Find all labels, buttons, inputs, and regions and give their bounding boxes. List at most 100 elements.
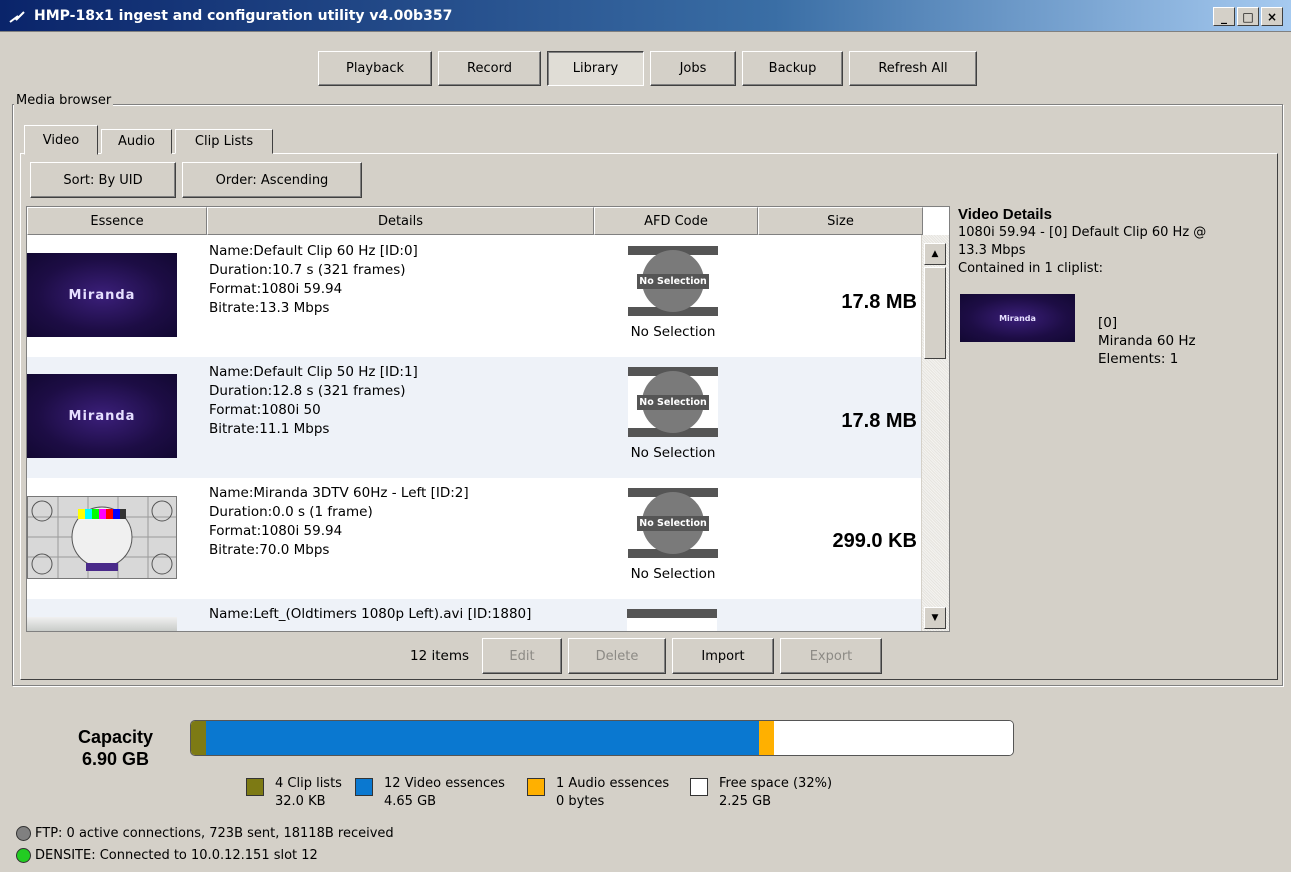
legend-value: 32.0 KB	[275, 794, 326, 809]
delete-button[interactable]: Delete	[568, 638, 666, 674]
densite-status-text: DENSITE: Connected to 10.0.12.151 slot 1…	[35, 848, 318, 863]
sort-button[interactable]: Sort: By UID	[30, 162, 176, 198]
row-size: 17.8 MB	[841, 410, 917, 432]
capacity-segment-audio	[759, 721, 774, 755]
detail-name: Name:Default Clip 50 Hz [ID:1]	[209, 364, 418, 380]
legend-free: Free space (32%) 2.25 GB	[719, 775, 832, 811]
detail-bitrate: Bitrate:11.1 Mbps	[209, 421, 330, 437]
ftp-status-led-icon	[16, 826, 31, 841]
legend-swatch-video	[355, 778, 373, 796]
contained-in-text: Contained in 1 cliplist:	[958, 261, 1104, 276]
row-size: 17.8 MB	[841, 291, 917, 313]
detail-duration: Duration:10.7 s (321 frames)	[209, 262, 406, 278]
capacity-segment-video	[206, 721, 759, 755]
maximize-button[interactable]: □	[1237, 7, 1259, 26]
densite-status: DENSITE: Connected to 10.0.12.151 slot 1…	[16, 848, 318, 863]
afd-icon: No Selection	[628, 246, 718, 316]
thumbnail-logo-text: Miranda	[68, 287, 136, 303]
app-icon	[9, 10, 25, 23]
legend-cliplists: 4 Clip lists 32.0 KB	[275, 775, 342, 811]
capacity-label: Capacity 6.90 GB	[78, 726, 153, 770]
table-row[interactable]: Miranda Name:Default Clip 60 Hz [ID:0] D…	[27, 236, 921, 357]
column-header-essence[interactable]: Essence	[27, 207, 207, 235]
column-header-size[interactable]: Size	[758, 207, 923, 235]
capacity-segment-free	[774, 721, 1013, 755]
essence-thumbnail	[27, 496, 177, 579]
densite-status-led-icon	[16, 848, 31, 863]
scroll-up-icon[interactable]: ▲	[924, 243, 946, 265]
table-row[interactable]: Miranda Name:Default Clip 50 Hz [ID:1] D…	[27, 357, 921, 478]
backup-button[interactable]: Backup	[742, 51, 843, 86]
minimize-button[interactable]: _	[1213, 7, 1235, 26]
legend-swatch-cliplists	[246, 778, 264, 796]
legend-video: 12 Video essences 4.65 GB	[384, 775, 505, 811]
thumbnail-logo-text: Miranda	[68, 408, 136, 424]
video-essence-table: Essence Details AFD Code Size Miranda Na…	[26, 206, 950, 632]
tab-audio[interactable]: Audio	[101, 129, 172, 154]
legend-value: 2.25 GB	[719, 794, 772, 809]
library-button[interactable]: Library	[547, 51, 644, 86]
afd-label: No Selection	[630, 324, 716, 340]
afd-label: No Selection	[630, 445, 716, 461]
detail-format: Format:1080i 50	[209, 402, 321, 418]
tab-clip-lists[interactable]: Clip Lists	[175, 129, 273, 154]
tab-video[interactable]: Video	[24, 125, 98, 155]
playback-button[interactable]: Playback	[318, 51, 432, 86]
afd-badge: No Selection	[637, 515, 709, 531]
capacity-title: Capacity	[78, 727, 154, 747]
row-size: 299.0 KB	[832, 530, 918, 552]
legend-name: 4 Clip lists	[275, 776, 342, 791]
row-details: Name:Miranda 3DTV 60Hz - Left [ID:2] Dur…	[209, 484, 469, 560]
detail-duration: Duration:0.0 s (1 frame)	[209, 504, 373, 520]
detail-bitrate: Bitrate:70.0 Mbps	[209, 542, 330, 558]
close-button[interactable]: ×	[1261, 7, 1283, 26]
afd-code-cell: No Selection No Selection	[627, 246, 719, 346]
export-button[interactable]: Export	[780, 638, 882, 674]
title-bar: HMP-18x1 ingest and configuration utilit…	[0, 0, 1291, 32]
table-scrollbar[interactable]: ▲ ▼	[921, 235, 949, 631]
item-count: 12 items	[410, 648, 470, 664]
legend-swatch-audio	[527, 778, 545, 796]
detail-format: Format:1080i 59.94	[209, 523, 343, 539]
detail-name: Name:Default Clip 60 Hz [ID:0]	[209, 243, 418, 259]
afd-icon: No Selection	[628, 488, 718, 558]
afd-code-cell: No Selection No Selection	[627, 488, 719, 588]
detail-duration: Duration:12.8 s (321 frames)	[209, 383, 406, 399]
detail-name: Name:Left_(Oldtimers 1080p Left).avi [ID…	[209, 606, 532, 622]
row-details: Name:Default Clip 50 Hz [ID:1] Duration:…	[209, 363, 418, 439]
column-header-afd-code[interactable]: AFD Code	[594, 207, 758, 235]
detail-name: Name:Miranda 3DTV 60Hz - Left [ID:2]	[209, 485, 469, 501]
afd-badge: No Selection	[637, 273, 709, 289]
thumbnail-logo-text: Miranda	[999, 313, 1036, 323]
import-button[interactable]: Import	[672, 638, 774, 674]
scroll-thumb[interactable]	[924, 267, 946, 359]
legend-value: 4.65 GB	[384, 794, 437, 809]
legend-audio: 1 Audio essences 0 bytes	[556, 775, 669, 811]
legend-name: 12 Video essences	[384, 776, 505, 791]
refresh-all-button[interactable]: Refresh All	[849, 51, 977, 86]
window-title: HMP-18x1 ingest and configuration utilit…	[34, 7, 453, 24]
record-button[interactable]: Record	[438, 51, 541, 86]
afd-label: No Selection	[630, 566, 716, 582]
video-details-line1: 1080i 59.94 - [0] Default Clip 60 Hz @	[958, 225, 1207, 240]
order-button[interactable]: Order: Ascending	[182, 162, 362, 198]
essence-thumbnail: Miranda	[27, 253, 177, 337]
row-details: Name:Default Clip 60 Hz [ID:0] Duration:…	[209, 242, 418, 318]
jobs-button[interactable]: Jobs	[650, 51, 736, 86]
essence-thumbnail: Miranda	[27, 374, 177, 458]
table-row[interactable]: Name:Left_(Oldtimers 1080p Left).avi [ID…	[27, 599, 921, 631]
cliplist-elements: Elements: 1	[1098, 351, 1179, 367]
cliplist-name: Miranda 60 Hz	[1098, 333, 1196, 349]
detail-bitrate: Bitrate:13.3 Mbps	[209, 300, 330, 316]
ftp-status-text: FTP: 0 active connections, 723B sent, 18…	[35, 826, 394, 841]
capacity-bar	[190, 720, 1014, 756]
video-details-line2: 13.3 Mbps	[958, 243, 1026, 258]
column-header-details[interactable]: Details	[207, 207, 594, 235]
scroll-down-icon[interactable]: ▼	[924, 607, 946, 629]
table-row[interactable]: Name:Miranda 3DTV 60Hz - Left [ID:2] Dur…	[27, 478, 921, 599]
test-pattern-icon	[28, 497, 176, 578]
cliplist-info: [0] Miranda 60 Hz Elements: 1	[1098, 314, 1196, 368]
capacity-total: 6.90 GB	[82, 749, 150, 769]
cliplist-thumbnail[interactable]: Miranda	[960, 294, 1075, 342]
edit-button[interactable]: Edit	[482, 638, 562, 674]
